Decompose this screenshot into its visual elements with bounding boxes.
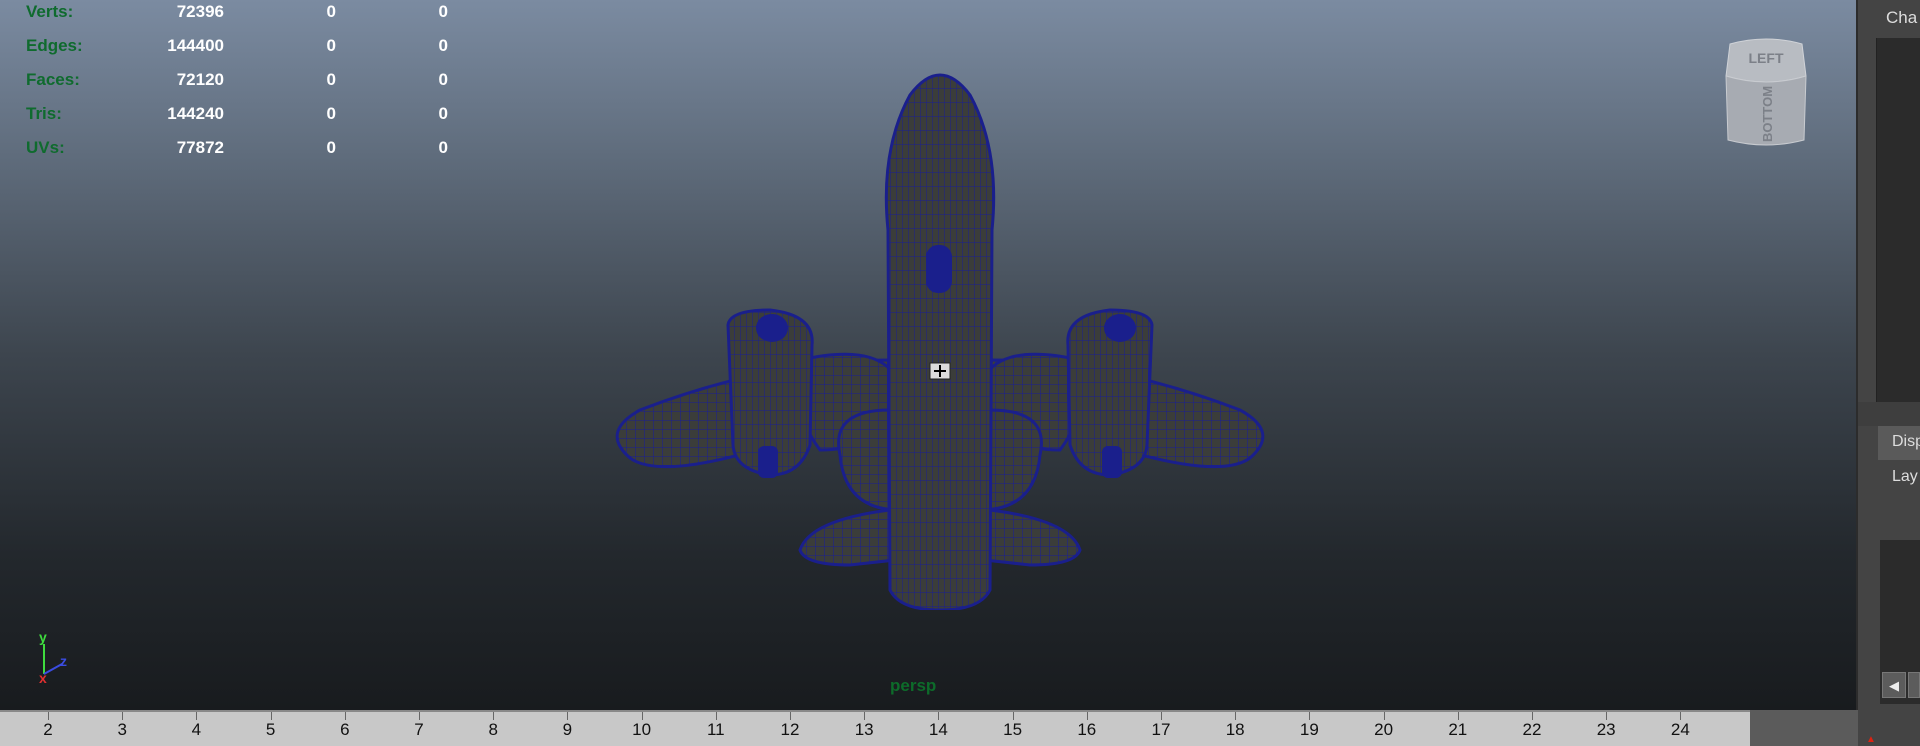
- timeline-tick-label: 24: [1670, 720, 1690, 739]
- hud-value-other: 0: [438, 104, 448, 123]
- timeline-tick-label: 8: [488, 720, 498, 739]
- scroll-left-button[interactable]: ◀: [1882, 672, 1906, 698]
- timeline-tick-label: 23: [1596, 720, 1616, 739]
- hud-value-total: 144240: [167, 104, 224, 123]
- timeline-tick-label: 20: [1374, 720, 1394, 739]
- hud-value-selected: 0: [326, 2, 336, 21]
- timeline-tick-label: 12: [780, 720, 800, 739]
- timeline-tick: [1680, 712, 1682, 720]
- timeline-tick-label: 15: [1003, 720, 1023, 739]
- svg-text:x: x: [39, 670, 47, 684]
- left-tailplane: [798, 508, 897, 567]
- timeline-tick: [1606, 712, 1608, 720]
- timeline-tick: [1086, 712, 1088, 720]
- hud-value-selected: 0: [326, 36, 336, 55]
- timeline-tick: [1235, 712, 1237, 720]
- hud-value-other: 0: [438, 138, 448, 157]
- timeline-tick: [567, 712, 569, 720]
- hud-label: UVs:: [26, 138, 65, 157]
- timeline-tick: [1012, 712, 1014, 720]
- timeline-tick-label: 16: [1077, 720, 1097, 739]
- viewcube[interactable]: LEFT BOTTOM: [1722, 36, 1810, 150]
- timeline-tick-label: 19: [1299, 720, 1319, 739]
- svg-text:y: y: [39, 629, 47, 645]
- hud-value-other: 0: [438, 2, 448, 21]
- timeline-tick-label: 13: [854, 720, 874, 739]
- timeline-tick: [196, 712, 198, 720]
- hud-value-other: 0: [438, 70, 448, 89]
- fuselage: [884, 73, 996, 610]
- timeline-tick: [419, 712, 420, 720]
- current-time-marker: ▲: [1866, 734, 1876, 745]
- channel-box-area: [1876, 38, 1920, 402]
- timeline-tick: [270, 712, 272, 720]
- scroll-right-button[interactable]: [1908, 672, 1920, 698]
- left-engine-intake: [756, 314, 788, 342]
- timeline-tick-label: 17: [1151, 720, 1171, 739]
- timeline-tick: [1532, 712, 1533, 720]
- hud-value-total: 72120: [176, 70, 224, 89]
- hud-row: Faces: 72120 0 0: [0, 70, 460, 104]
- time-slider-end-area: [1750, 710, 1858, 746]
- tab-channel-box[interactable]: Cha: [1862, 0, 1920, 38]
- tab-display[interactable]: Disp: [1878, 426, 1920, 460]
- svg-text:z: z: [60, 653, 67, 669]
- panel-divider[interactable]: [1858, 402, 1920, 426]
- hud-label: Faces:: [26, 70, 80, 89]
- hud-value-selected: 0: [326, 70, 336, 89]
- timeline-tick-label: 6: [340, 720, 350, 739]
- camera-label: persp: [890, 676, 937, 695]
- timeline-tick-label: 18: [1225, 720, 1245, 739]
- timeline-tick-label: 3: [117, 720, 127, 739]
- hud-row: UVs: 77872 0 0: [0, 138, 460, 172]
- timeline-tick: [715, 712, 717, 720]
- timeline-tick-label: 14: [928, 720, 948, 739]
- timeline-tick-label: 9: [562, 720, 573, 739]
- right-engine-exhaust: [1102, 446, 1122, 478]
- hud-row: Edges: 144400 0 0: [0, 36, 460, 70]
- time-slider[interactable]: 2 3 4 5 6 7 8 9 10 11 12 13 14 15 16 17 18 19 20 21 22 23 24: [0, 710, 1858, 746]
- hud-value-total: 72396: [176, 2, 224, 21]
- timeline-tick-label: 2: [43, 720, 53, 739]
- axis-gizmo-icon: y z x: [39, 629, 67, 684]
- hud-value-other: 0: [438, 36, 448, 55]
- timeline-tick: [641, 712, 643, 720]
- timeline-tick: [1161, 712, 1162, 720]
- timeline-tick: [790, 712, 791, 720]
- timeline-tick-label: 4: [191, 720, 202, 739]
- hud-value-selected: 0: [326, 104, 336, 123]
- hud-value-total: 77872: [176, 138, 224, 157]
- timeline-tick-label: 10: [632, 720, 652, 739]
- timeline-tick-label: 22: [1522, 720, 1542, 739]
- hud-row: Verts: 72396 0 0: [0, 2, 460, 36]
- layers-menu[interactable]: Lay: [1878, 460, 1920, 496]
- hud-value-selected: 0: [326, 138, 336, 157]
- right-tailplane: [983, 508, 1082, 567]
- timeline-tick: [864, 712, 866, 720]
- timeline-tick: [1383, 712, 1385, 720]
- left-engine-exhaust: [758, 446, 778, 478]
- timeline-tick: [122, 712, 124, 720]
- right-engine-intake: [1104, 314, 1136, 342]
- timeline-tick-label: 21: [1448, 720, 1468, 739]
- timeline-tick-label: 5: [265, 720, 276, 739]
- timeline-tick-label: 11: [706, 720, 725, 739]
- timeline-tick: [344, 712, 346, 720]
- hud-label: Verts:: [26, 2, 74, 21]
- hud-value-total: 144400: [167, 36, 224, 55]
- hud-label: Tris:: [26, 104, 62, 123]
- fuselage-hatch: [926, 245, 952, 293]
- viewcube-face-left[interactable]: LEFT: [1749, 50, 1784, 66]
- timeline-tick: [1309, 712, 1311, 720]
- viewport-persp[interactable]: Verts: 72396 0 0 Edges: 144400 0 0 Faces: 72120 0 0…: [0, 0, 1858, 710]
- timeline-tick: [1457, 712, 1459, 720]
- timeline-tick: [938, 712, 940, 720]
- airplane-wireframe-mesh[interactable]: [590, 60, 1290, 610]
- hud-row: Tris: 144240 0 0: [0, 104, 460, 138]
- timeline-tick: [48, 712, 49, 720]
- timeline-tick-label: 7: [414, 720, 424, 739]
- viewcube-face-bottom[interactable]: BOTTOM: [1760, 86, 1775, 142]
- timeline-tick: [493, 712, 495, 720]
- hud-label: Edges:: [26, 36, 83, 55]
